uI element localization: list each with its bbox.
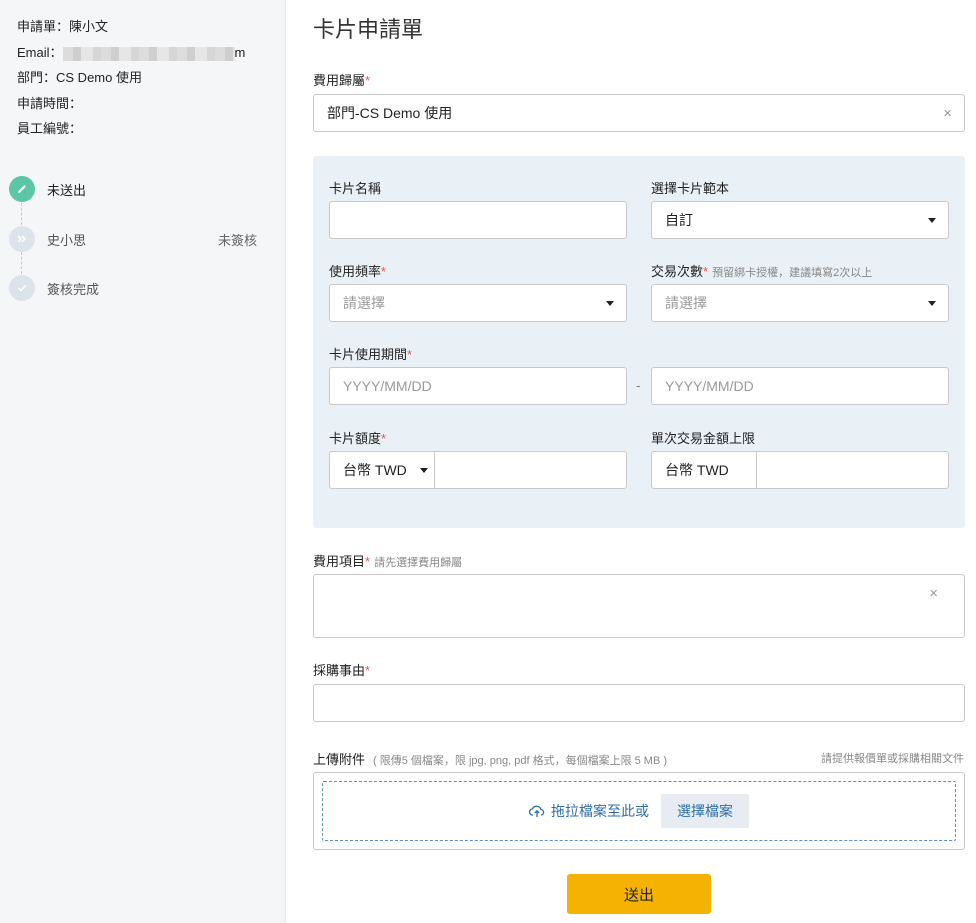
time-line: 申請時間： — [17, 93, 82, 112]
emp-line: 員工編號： — [17, 118, 82, 137]
txn-count-label-text: 交易次數 — [651, 264, 704, 279]
step-connector — [21, 203, 22, 225]
txn-count-placeholder: 請選擇 — [665, 295, 707, 311]
page-title: 卡片申請單 — [313, 17, 424, 42]
expense-item-hint: 請先選擇費用歸屬 — [374, 557, 463, 569]
pencil-icon — [9, 176, 35, 202]
card-name-label: 卡片名稱 — [329, 181, 382, 196]
check-icon — [9, 275, 35, 301]
step-label: 史小思 — [47, 232, 87, 248]
limit-label-text: 卡片額度 — [329, 431, 382, 446]
step-approver: 史小思 未簽核 — [9, 226, 269, 252]
period-end-placeholder: YYYY/MM/DD — [665, 378, 754, 394]
dept-line: 部門：CS Demo 使用 — [17, 67, 142, 86]
time-label: 申請時間： — [17, 96, 83, 111]
expense-owner-value: 部門-CS Demo 使用 — [327, 105, 453, 121]
required-mark: * — [407, 347, 413, 362]
expense-owner-select[interactable]: 部門-CS Demo 使用 × — [313, 94, 965, 132]
step-status: 未簽核 — [217, 232, 257, 248]
step-label: 未送出 — [47, 182, 87, 198]
single-limit-currency: 台幣 TWD — [651, 451, 757, 489]
upload-drag-text: 拖拉檔案至此或 — [551, 803, 649, 819]
card-name-input[interactable] — [329, 201, 627, 239]
upload-hint: ( 限傳5 個檔案，限 jpg, png, pdf 格式，每個檔案上限 5 MB… — [373, 755, 668, 767]
limit-currency-value: 台幣 TWD — [343, 462, 407, 478]
template-label: 選擇卡片範本 — [651, 181, 730, 196]
single-limit-currency-value: 台幣 TWD — [665, 462, 729, 478]
email-redacted — [62, 46, 235, 61]
period-end-input[interactable]: YYYY/MM/DD — [651, 367, 949, 405]
expense-owner-label: 費用歸屬* — [313, 70, 370, 89]
caret-down-icon — [420, 468, 428, 473]
required-mark: * — [381, 431, 387, 446]
frequency-label: 使用頻率* — [329, 261, 386, 280]
limit-label: 卡片額度* — [329, 428, 386, 447]
main-form: 卡片申請單 費用歸屬* 部門-CS Demo 使用 × 卡片名稱 選擇卡片範本 … — [286, 0, 976, 923]
emp-label: 員工編號： — [17, 121, 83, 136]
frequency-label-text: 使用頻率 — [329, 264, 382, 279]
upload-label: 上傳附件 ( 限傳5 個檔案，限 jpg, png, pdf 格式，每個檔案上限 … — [313, 749, 667, 768]
required-mark: * — [703, 264, 709, 279]
expense-owner-label-text: 費用歸屬 — [313, 73, 366, 88]
email-tail: m — [234, 45, 246, 60]
single-limit-label: 單次交易金額上限 — [651, 431, 756, 446]
sidebar: 申請單：陳小文 Email： m 部門：CS Demo 使用 申請時間： 員工編號… — [0, 0, 286, 923]
limit-currency-select[interactable]: 台幣 TWD — [329, 451, 435, 489]
upload-box: 拖拉檔案至此或 選擇檔案 — [313, 772, 965, 850]
applicant-line: 申請單：陳小文 — [17, 16, 108, 35]
step-label: 簽核完成 — [47, 281, 100, 297]
period-start-placeholder: YYYY/MM/DD — [343, 378, 432, 394]
double-chevron-icon — [9, 226, 35, 252]
reason-input[interactable] — [313, 684, 965, 722]
clear-icon[interactable]: × — [943, 105, 952, 122]
caret-down-icon — [928, 301, 936, 306]
required-mark: * — [365, 663, 371, 678]
applicant-label: 申請單： — [17, 19, 70, 34]
frequency-placeholder: 請選擇 — [343, 295, 385, 311]
expense-item-select[interactable]: × — [313, 574, 965, 638]
limit-amount-input[interactable] — [434, 451, 627, 489]
dept-value: CS Demo 使用 — [56, 70, 142, 85]
template-select[interactable]: 自訂 — [651, 201, 949, 239]
expense-item-label-text: 費用項目 — [313, 554, 366, 569]
email-label: Email： — [17, 45, 63, 60]
txn-count-hint: 預留綁卡授權，建議填寫2次以上 — [712, 267, 873, 279]
reason-label: 採購事由* — [313, 660, 370, 679]
upload-cloud-icon — [529, 804, 545, 818]
upload-label-text: 上傳附件 — [313, 752, 366, 767]
required-mark: * — [365, 73, 371, 88]
required-mark: * — [381, 264, 387, 279]
required-mark: * — [365, 554, 371, 569]
period-separator: - — [636, 378, 641, 393]
choose-file-button[interactable]: 選擇檔案 — [661, 794, 749, 828]
frequency-select[interactable]: 請選擇 — [329, 284, 627, 322]
clear-icon[interactable]: × — [929, 585, 938, 602]
template-value: 自訂 — [665, 212, 693, 228]
caret-down-icon — [928, 218, 936, 223]
upload-right-hint: 請提供報價單或採購相關文件 — [821, 753, 964, 765]
reason-label-text: 採購事由 — [313, 663, 366, 678]
step-connector — [21, 252, 22, 274]
expense-item-label: 費用項目* 請先選擇費用歸屬 — [313, 551, 462, 570]
txn-count-select[interactable]: 請選擇 — [651, 284, 949, 322]
step-unsubmitted: 未送出 — [9, 176, 269, 202]
txn-count-label: 交易次數* 預留綁卡授權，建議填寫2次以上 — [651, 261, 872, 280]
dept-label: 部門： — [17, 70, 57, 85]
period-start-input[interactable]: YYYY/MM/DD — [329, 367, 627, 405]
submit-button[interactable]: 送出 — [567, 874, 711, 914]
caret-down-icon — [606, 301, 614, 306]
period-label: 卡片使用期間* — [329, 344, 412, 363]
applicant-name: 陳小文 — [69, 19, 109, 34]
period-label-text: 卡片使用期間 — [329, 347, 408, 362]
upload-dropzone[interactable]: 拖拉檔案至此或 選擇檔案 — [322, 781, 956, 841]
email-line: Email： m — [17, 42, 245, 61]
single-limit-amount-input[interactable] — [756, 451, 949, 489]
step-complete: 簽核完成 — [9, 275, 269, 301]
